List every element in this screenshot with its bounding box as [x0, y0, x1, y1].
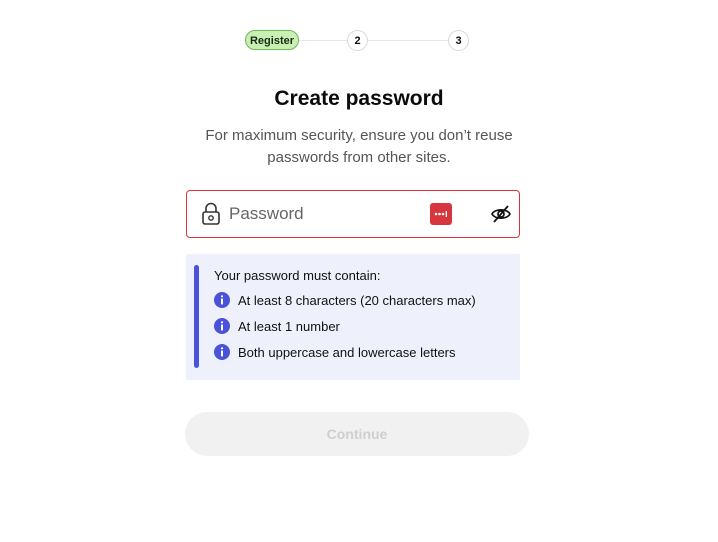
lock-icon [202, 202, 220, 225]
step-2: 2 [347, 30, 368, 51]
info-icon [214, 318, 230, 334]
info-icon [214, 344, 230, 360]
eye-slash-icon[interactable] [490, 204, 512, 224]
requirement-text: At least 8 characters (20 characters max… [238, 293, 476, 308]
requirements-title: Your password must contain: [214, 268, 381, 283]
password-manager-icon[interactable] [430, 203, 452, 225]
continue-button[interactable]: Continue [185, 412, 529, 456]
stepper-connector [299, 40, 347, 41]
requirement-text: Both uppercase and lowercase letters [238, 345, 456, 360]
requirements-accent-bar [194, 265, 199, 368]
step-register: Register [245, 30, 299, 50]
stepper-connector [368, 40, 448, 41]
page-subtitle: For maximum security, ensure you don’t r… [205, 127, 513, 166]
page-title: Create password [274, 87, 444, 110]
progress-stepper: Register 2 3 [0, 30, 718, 52]
info-icon [214, 292, 230, 308]
requirement-text: At least 1 number [238, 319, 340, 334]
password-input[interactable] [229, 201, 419, 227]
password-requirements: Your password must contain: At least 8 c… [186, 254, 520, 380]
password-field[interactable] [186, 190, 520, 238]
step-3: 3 [448, 30, 469, 51]
